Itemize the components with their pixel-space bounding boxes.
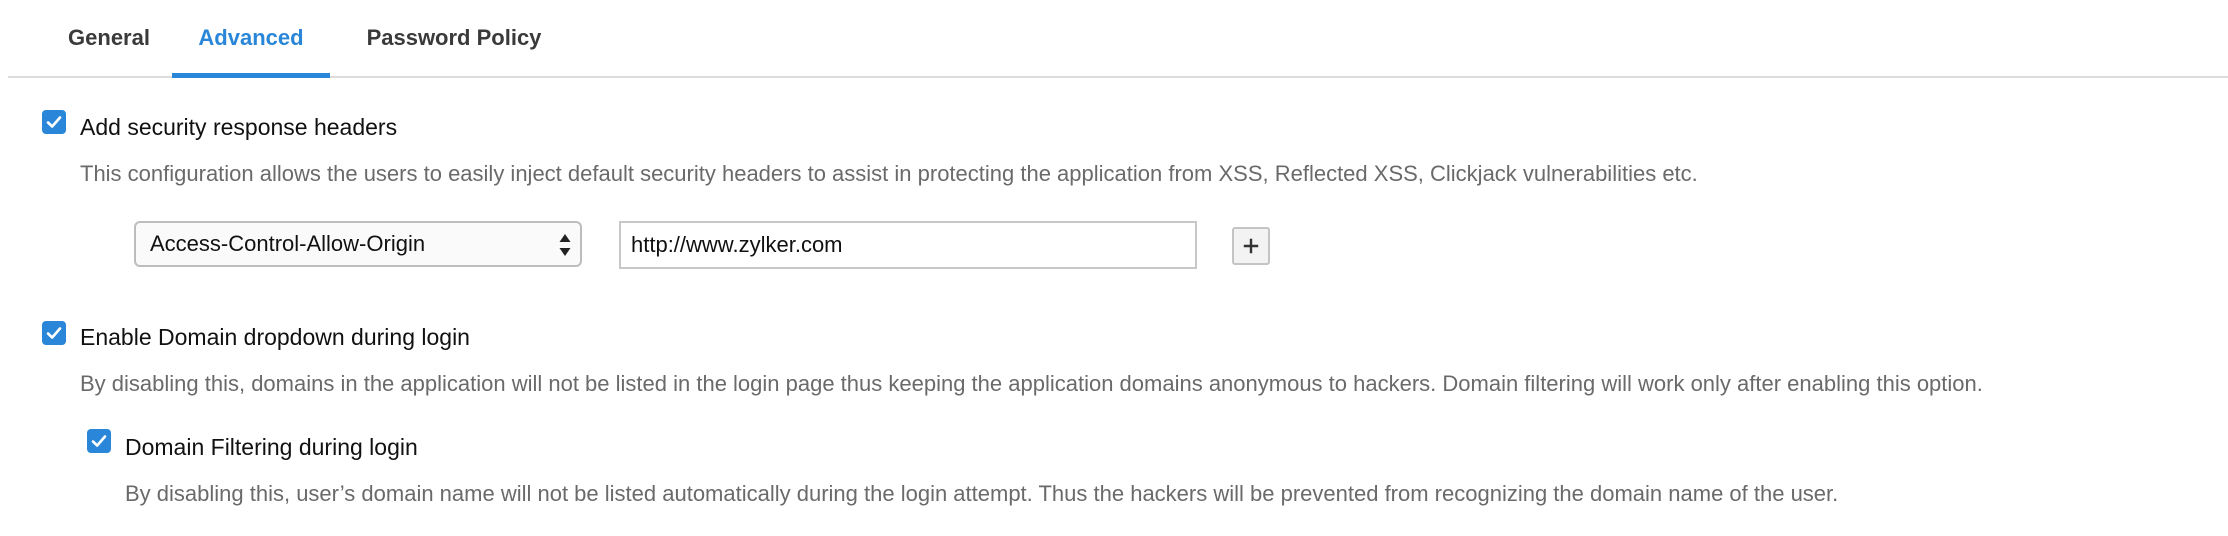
security-headers-checkbox[interactable] bbox=[42, 110, 66, 134]
header-name-select[interactable]: Access-Control-Allow-Origin bbox=[134, 221, 582, 267]
sort-arrows-icon bbox=[559, 234, 571, 256]
add-header-button[interactable] bbox=[1232, 227, 1270, 265]
settings-tabs: General Advanced Password Policy bbox=[8, 0, 2228, 78]
header-value-input[interactable] bbox=[619, 221, 1197, 269]
security-headers-label: Add security response headers bbox=[80, 114, 398, 140]
tab-general[interactable]: General bbox=[46, 0, 172, 76]
checkmark-icon bbox=[46, 116, 62, 128]
checkmark-icon bbox=[46, 327, 62, 339]
tab-advanced[interactable]: Advanced bbox=[172, 0, 330, 78]
security-headers-description: This configuration allows the users to e… bbox=[80, 161, 1698, 186]
header-name-select-value: Access-Control-Allow-Origin bbox=[150, 231, 426, 256]
domain-dropdown-checkbox[interactable] bbox=[42, 321, 66, 345]
domain-filtering-label: Domain Filtering during login bbox=[125, 434, 418, 460]
domain-filtering-checkbox[interactable] bbox=[87, 429, 111, 453]
tab-password-policy[interactable]: Password Policy bbox=[338, 0, 570, 76]
domain-dropdown-description: By disabling this, domains in the applic… bbox=[80, 371, 1983, 396]
checkmark-icon bbox=[91, 435, 107, 447]
domain-dropdown-label: Enable Domain dropdown during login bbox=[80, 324, 470, 350]
domain-filtering-description: By disabling this, user’s domain name wi… bbox=[125, 481, 1839, 506]
plus-icon bbox=[1243, 238, 1259, 254]
